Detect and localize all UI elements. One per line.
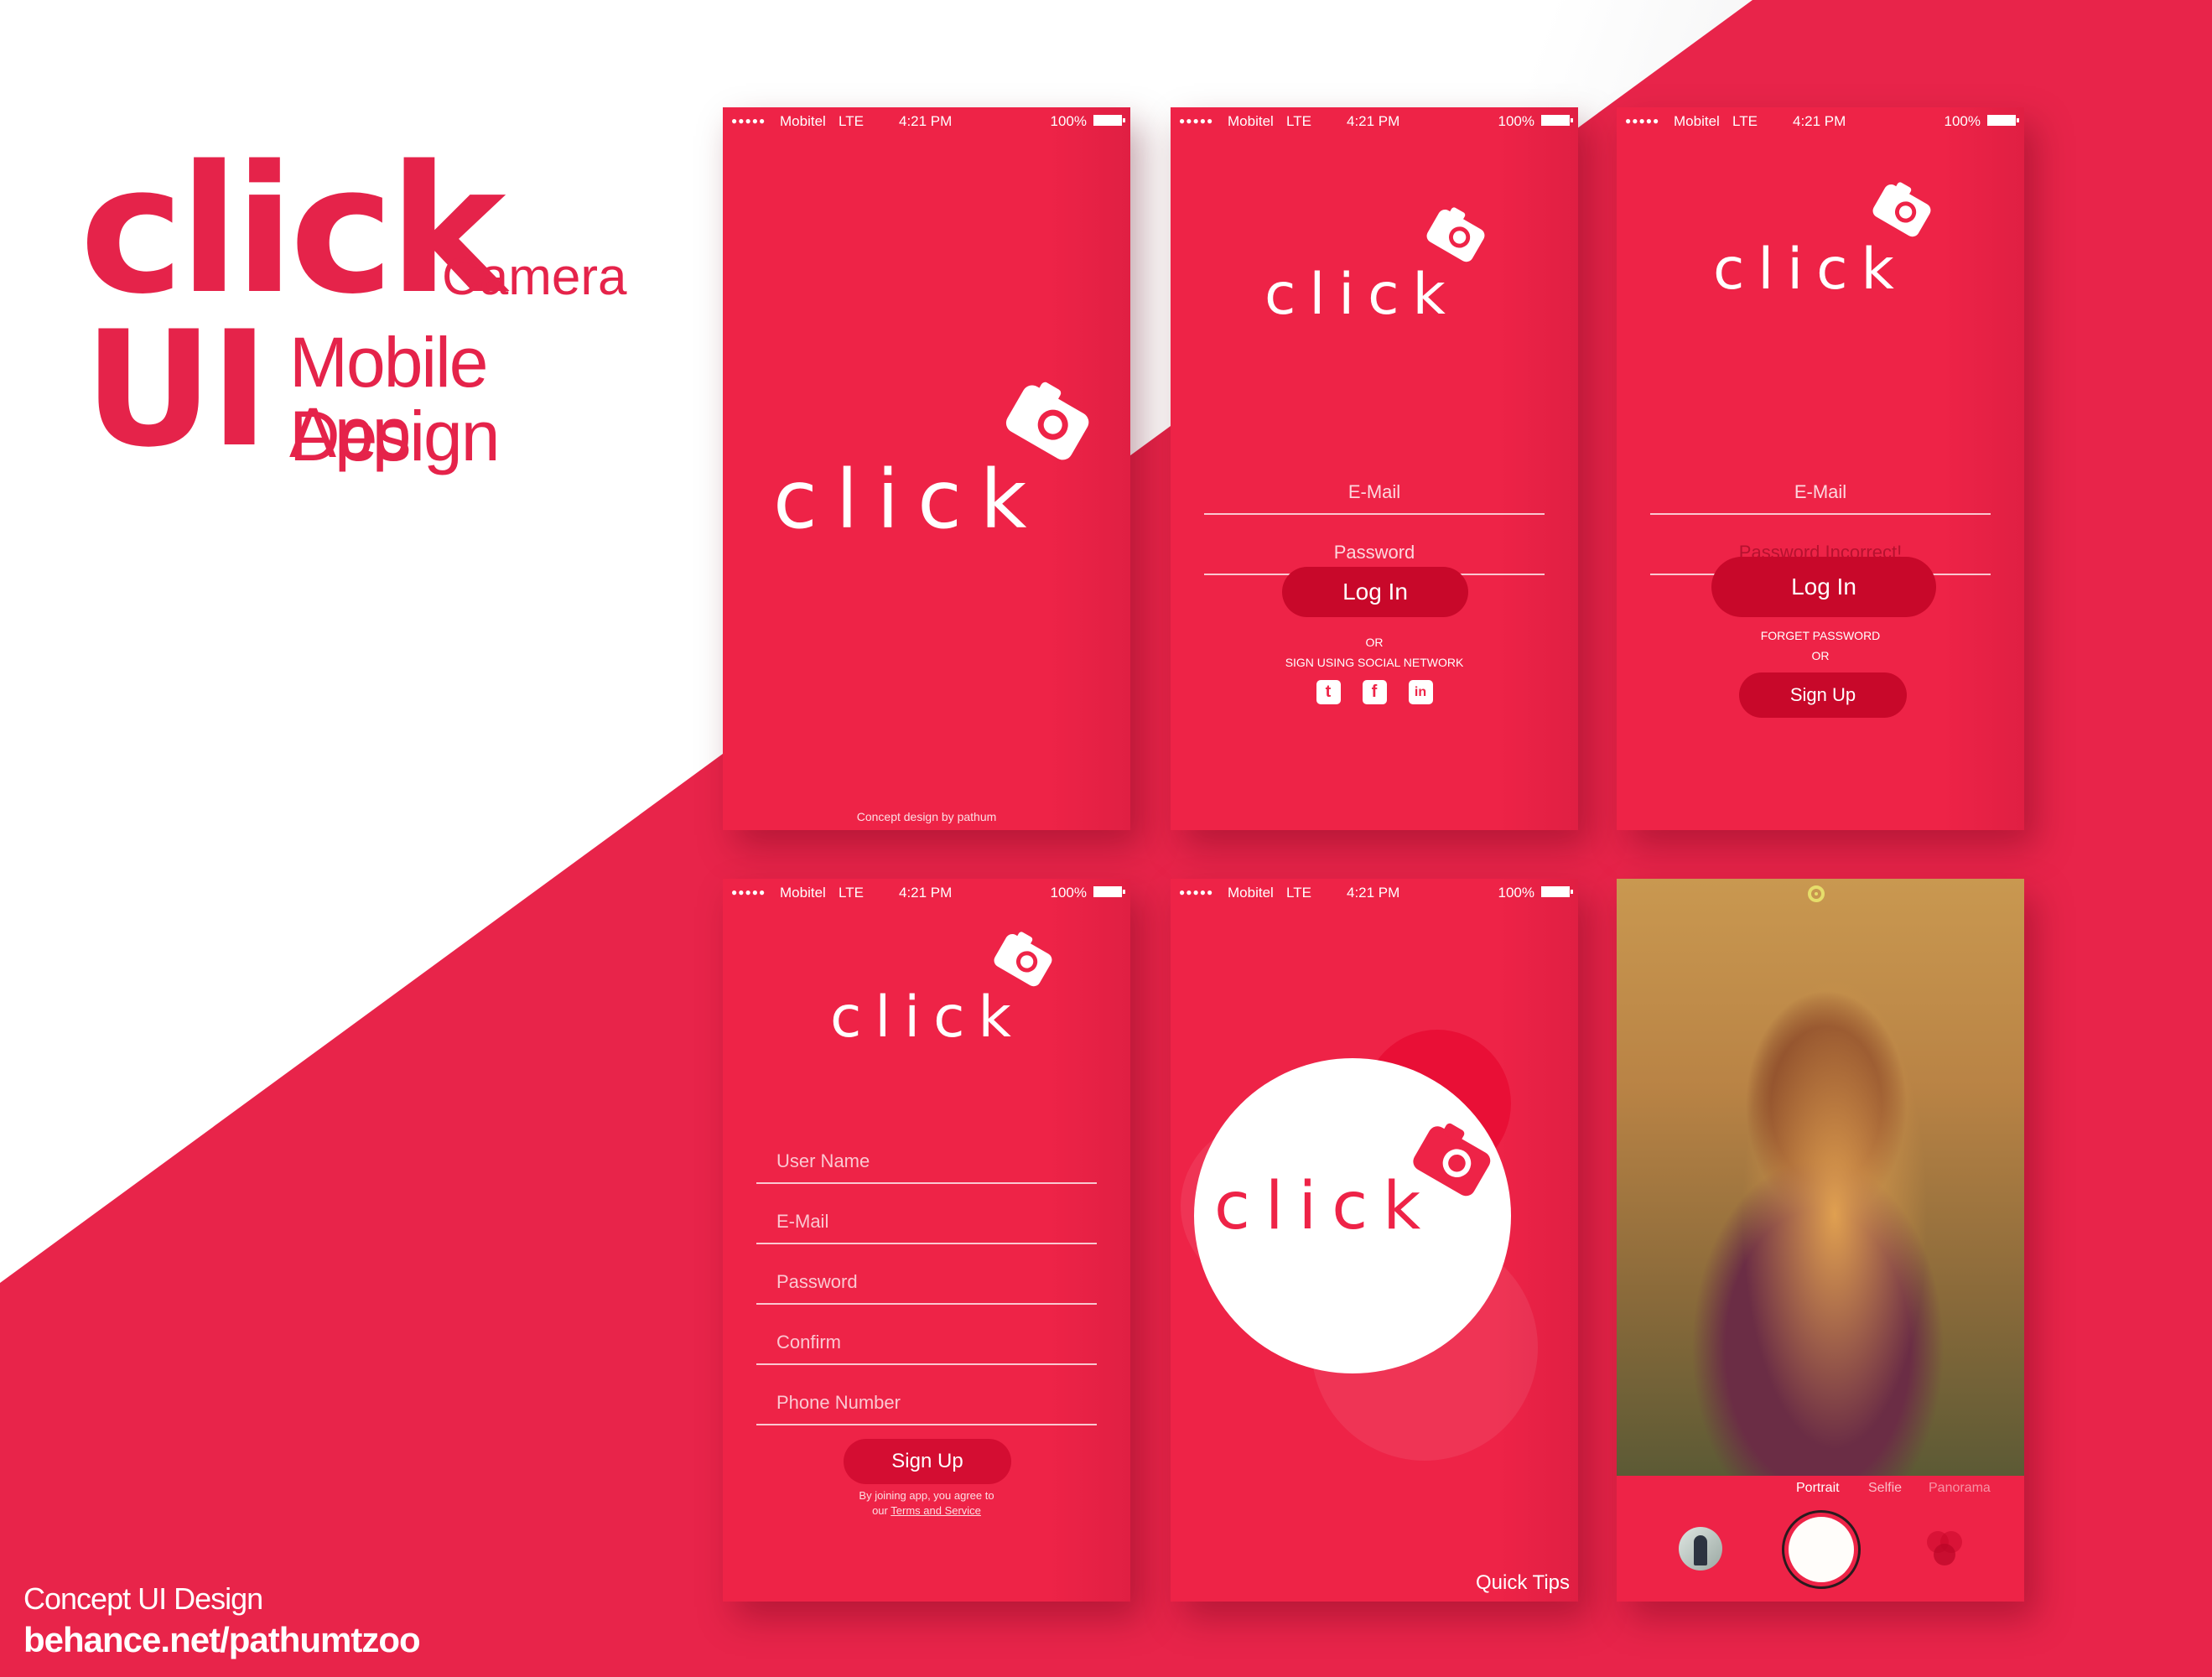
logo-text: click: [830, 984, 1025, 1051]
network: LTE: [839, 885, 864, 901]
hero-brand: click: [80, 127, 506, 333]
time: 4:21 PM: [899, 885, 953, 901]
screen-signup: ●●●●● Mobitel LTE 4:21 PM 100% click Use…: [723, 879, 1130, 1602]
battery-icon: [1541, 115, 1573, 126]
linkedin-icon[interactable]: in: [1408, 680, 1433, 704]
terms-text: By joining app, you agree to: [859, 1489, 994, 1502]
logo-text: click: [1264, 262, 1459, 328]
status-bar: ●●●●● Mobitel LTE 4:21 PM 100%: [723, 879, 1130, 907]
terms-our: our: [872, 1504, 888, 1517]
battery-percent: 100%: [1050, 885, 1087, 901]
password-field[interactable]: Password: [1204, 513, 1545, 575]
screen-splash: ●●●●● Mobitel LTE 4:21 PM 100% click Con…: [723, 107, 1130, 830]
email-field[interactable]: E-Mail: [1650, 453, 1991, 515]
hero-subtitle-camera: Camera: [442, 248, 627, 306]
signal-icon: ●●●●●: [1179, 886, 1214, 898]
camera-logo-icon: [1426, 207, 1485, 262]
gallery-thumbnail[interactable]: [1679, 1527, 1722, 1571]
facebook-icon[interactable]: f: [1362, 680, 1387, 704]
carrier: Mobitel: [1228, 885, 1274, 901]
logo-text: click: [1214, 1169, 1436, 1244]
terms-link[interactable]: Terms and Service: [891, 1504, 981, 1517]
splash-footer: Concept design by pathum: [856, 810, 997, 823]
camera-logo-icon: [1005, 382, 1089, 460]
or-label: OR: [1811, 649, 1830, 662]
login-button[interactable]: Log In: [1711, 557, 1936, 617]
network: LTE: [1286, 885, 1311, 901]
network: LTE: [1732, 113, 1758, 129]
battery-percent: 100%: [1498, 885, 1534, 901]
username-field[interactable]: User Name: [756, 1122, 1097, 1184]
terms-line: our Terms and Service: [723, 1504, 1130, 1517]
carrier: Mobitel: [1674, 113, 1720, 129]
carrier: Mobitel: [1228, 113, 1274, 129]
signal-icon: ●●●●●: [1625, 115, 1660, 127]
mode-selfie[interactable]: Selfie: [1868, 1481, 1902, 1496]
status-bar: ●●●●● Mobitel LTE 4:21 PM 100%: [1617, 107, 2024, 136]
mode-panorama[interactable]: Panorama: [1929, 1481, 1991, 1496]
credit-concept: Concept UI Design: [23, 1581, 263, 1616]
credit-behance-link[interactable]: behance.net/pathumtzoo: [23, 1620, 421, 1660]
battery-icon: [1093, 886, 1125, 897]
camera-logo-icon: [1413, 1123, 1491, 1197]
camera-logo-icon: [1872, 182, 1931, 237]
social-signin-label: SIGN USING SOCIAL NETWORK: [1285, 656, 1464, 669]
forget-password-link[interactable]: FORGET PASSWORD: [1617, 629, 2024, 642]
email-field[interactable]: E-Mail: [1204, 453, 1545, 515]
signup-button[interactable]: Sign Up: [1739, 672, 1907, 718]
signal-icon: ●●●●●: [1179, 115, 1214, 127]
signal-icon: ●●●●●: [731, 886, 766, 898]
battery-icon: [1987, 115, 2019, 126]
password-field[interactable]: Password: [756, 1243, 1097, 1305]
signup-button[interactable]: Sign Up: [844, 1439, 1011, 1484]
hero-prefix-ui: UI: [84, 297, 269, 482]
time: 4:21 PM: [899, 113, 953, 129]
confirm-password-field[interactable]: Confirm: [756, 1303, 1097, 1365]
carrier: Mobitel: [780, 113, 826, 129]
email-field[interactable]: E-Mail: [756, 1182, 1097, 1244]
time: 4:21 PM: [1347, 113, 1400, 129]
login-button[interactable]: Log In: [1282, 567, 1468, 617]
status-bar: ●●●●● Mobitel LTE 4:21 PM 100%: [1171, 879, 1578, 907]
social-buttons: t f in: [1171, 680, 1578, 704]
screen-camera: Portrait Selfie Panorama: [1617, 879, 2024, 1602]
battery-icon: [1093, 115, 1125, 126]
time: 4:21 PM: [1793, 113, 1846, 129]
status-bar: ●●●●● Mobitel LTE 4:21 PM 100%: [723, 107, 1130, 136]
battery-percent: 100%: [1050, 113, 1087, 129]
battery-icon: [1541, 886, 1573, 897]
camera-viewfinder[interactable]: [1617, 879, 2024, 1476]
or-label: OR: [1365, 636, 1384, 649]
screen-login-error: ●●●●● Mobitel LTE 4:21 PM 100% click E-M…: [1617, 107, 2024, 830]
screen-login: ●●●●● Mobitel LTE 4:21 PM 100% click E-M…: [1171, 107, 1578, 830]
network: LTE: [839, 113, 864, 129]
phone-number-field[interactable]: Phone Number: [756, 1363, 1097, 1425]
camera-logo-icon: [994, 932, 1052, 987]
signal-icon: ●●●●●: [731, 115, 766, 127]
carrier: Mobitel: [780, 885, 826, 901]
battery-percent: 100%: [1944, 113, 1981, 129]
hero-subtitle-design: Design: [289, 397, 500, 475]
filters-icon[interactable]: [1927, 1531, 1965, 1570]
status-bar: ●●●●● Mobitel LTE 4:21 PM 100%: [1171, 107, 1578, 136]
logo-text: click: [1713, 236, 1908, 303]
battery-percent: 100%: [1498, 113, 1534, 129]
time: 4:21 PM: [1347, 885, 1400, 901]
quick-tips-link[interactable]: Quick Tips: [1476, 1571, 1570, 1595]
mode-portrait[interactable]: Portrait: [1796, 1481, 1840, 1496]
logo-text: click: [773, 453, 1046, 547]
network: LTE: [1286, 113, 1311, 129]
screen-intro: ●●●●● Mobitel LTE 4:21 PM 100% click Qui…: [1171, 879, 1578, 1602]
focus-ring-icon[interactable]: [1808, 885, 1825, 902]
shutter-button[interactable]: [1782, 1510, 1861, 1589]
twitter-icon[interactable]: t: [1316, 680, 1341, 704]
